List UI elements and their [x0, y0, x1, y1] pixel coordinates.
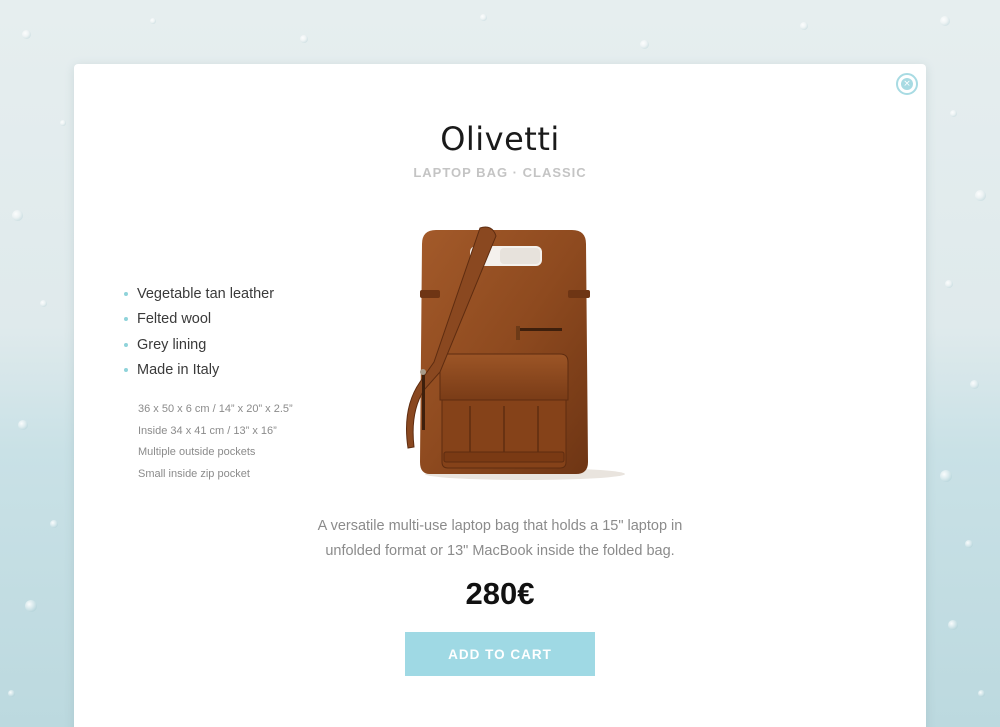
feature-item: Vegetable tan leather: [124, 283, 274, 308]
feature-list: Vegetable tan leather Felted wool Grey l…: [124, 283, 274, 384]
water-drop: [25, 600, 37, 612]
spec-item: Multiple outside pockets: [138, 446, 256, 459]
water-drop: [8, 690, 15, 697]
add-to-cart-button[interactable]: ADD TO CART: [405, 632, 595, 676]
close-icon: ×: [901, 78, 913, 90]
water-drop: [18, 420, 28, 430]
water-drop: [940, 16, 950, 26]
feature-item: Grey lining: [124, 334, 274, 359]
description-line: A versatile multi-use laptop bag that ho…: [317, 518, 683, 534]
bullet-dot: [124, 317, 128, 322]
water-drop: [40, 300, 47, 307]
water-drop: [150, 18, 156, 24]
feature-item: Made in Italy: [124, 359, 274, 384]
product-price: 280€: [465, 576, 535, 611]
product-description: A versatile multi-use laptop bag that ho…: [74, 514, 926, 564]
bag-image: [406, 226, 625, 480]
water-drop: [965, 540, 973, 548]
feature-label: Grey lining: [137, 336, 207, 353]
water-drop: [970, 380, 979, 389]
water-drop: [945, 280, 953, 288]
product-title: Olivetti: [440, 120, 560, 158]
bullet-dot: [124, 367, 128, 372]
bullet-dot: [124, 342, 128, 347]
product-subtitle: LAPTOP BAG · CLASSIC: [413, 165, 587, 180]
product-modal: × Olivetti LAPTOP BAG · CLASSIC Vegetabl…: [74, 64, 926, 727]
feature-item: Felted wool: [124, 308, 274, 333]
description-line: unfolded format or 13" MacBook inside th…: [325, 543, 675, 559]
spec-item: Inside 34 x 41 cm / 13” x 16”: [138, 424, 277, 437]
water-drop: [50, 520, 58, 528]
close-button[interactable]: ×: [896, 73, 918, 95]
water-drop: [480, 14, 487, 21]
water-drop: [12, 210, 23, 221]
water-drop: [978, 690, 985, 697]
water-drop: [640, 40, 649, 49]
spec-list: 36 x 50 x 6 cm / 14” x 20” x 2.5” Inside…: [138, 400, 293, 487]
water-drop: [950, 110, 957, 117]
spec-item: 36 x 50 x 6 cm / 14” x 20” x 2.5”: [138, 403, 293, 415]
feature-label: Felted wool: [137, 311, 212, 328]
water-drop: [940, 470, 952, 482]
water-drop: [800, 22, 808, 30]
feature-label: Made in Italy: [137, 361, 220, 378]
water-drop: [22, 30, 31, 39]
water-drop: [975, 190, 986, 201]
water-drop: [300, 35, 308, 43]
spec-item: Small inside zip pocket: [138, 468, 250, 481]
feature-label: Vegetable tan leather: [137, 286, 275, 302]
bullet-dot: [124, 292, 128, 296]
water-drop: [948, 620, 958, 630]
water-drop: [60, 120, 66, 126]
